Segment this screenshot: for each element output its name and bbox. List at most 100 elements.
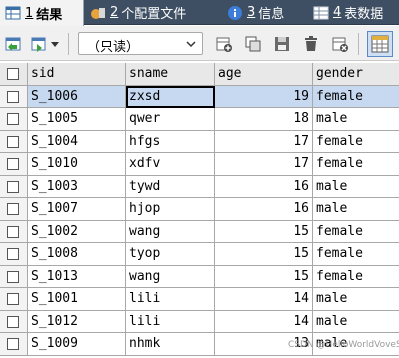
row-checkbox[interactable]	[7, 293, 19, 305]
age-cell[interactable]: 18	[215, 108, 313, 131]
import-icon[interactable]	[30, 35, 48, 53]
row-select-cell[interactable]	[0, 310, 28, 333]
table-row[interactable]: S_1010 xdfv 17 female	[0, 153, 399, 176]
table-row[interactable]: S_1012 lili 14 male	[0, 310, 399, 333]
row-select-cell[interactable]	[0, 265, 28, 288]
sname-cell[interactable]: tywd	[126, 175, 215, 198]
table-row[interactable]: S_1008 tyop 15 female	[0, 243, 399, 266]
sname-cell[interactable]: qwer	[126, 108, 215, 131]
sid-cell[interactable]: S_1006	[28, 85, 126, 108]
age-cell[interactable]: 16	[215, 175, 313, 198]
row-select-cell[interactable]	[0, 198, 28, 221]
row-select-cell[interactable]	[0, 130, 28, 153]
row-checkbox[interactable]	[7, 90, 19, 103]
age-cell[interactable]: 14	[215, 288, 313, 311]
row-checkbox[interactable]	[7, 135, 19, 148]
sid-cell[interactable]: S_1005	[28, 108, 126, 131]
sname-cell[interactable]: tyop	[126, 243, 215, 266]
insert-row-icon[interactable]	[215, 35, 233, 53]
row-select-cell[interactable]	[0, 220, 28, 243]
chevron-down-icon[interactable]	[50, 35, 60, 53]
row-checkbox[interactable]	[7, 158, 19, 170]
age-cell[interactable]: 15	[215, 220, 313, 243]
export-icon[interactable]	[4, 35, 22, 53]
tab-results[interactable]: 1 结果	[0, 0, 84, 26]
tab-table-data[interactable]: 4 表数据	[313, 0, 399, 25]
delete-icon[interactable]	[302, 35, 320, 53]
age-cell[interactable]: 14	[215, 310, 313, 333]
gender-cell[interactable]: male	[313, 311, 399, 333]
sname-cell[interactable]: hfgs	[126, 130, 215, 153]
sname-cell[interactable]: wang	[126, 265, 215, 288]
table-row[interactable]: S_1004 hfgs 17 female	[0, 130, 399, 153]
age-cell[interactable]: 17	[215, 153, 313, 176]
gender-cell[interactable]: male	[313, 108, 399, 131]
gender-cell[interactable]: female	[313, 153, 399, 176]
row-checkbox[interactable]	[7, 203, 19, 215]
row-select-cell[interactable]	[0, 85, 28, 108]
sname-cell[interactable]: hjop	[126, 198, 215, 221]
gender-cell[interactable]: male	[313, 176, 399, 198]
gender-cell[interactable]: female	[313, 85, 399, 108]
column-header-gender[interactable]: gender	[313, 63, 399, 86]
duplicate-row-icon[interactable]	[244, 35, 262, 53]
gender-cell[interactable]: male	[313, 288, 399, 311]
table-row[interactable]: S_1006 zxsd 19 female	[0, 85, 399, 108]
tab-profiles[interactable]: 2 个配置文件	[90, 0, 208, 25]
row-checkbox[interactable]	[7, 338, 19, 350]
sname-cell[interactable]: wang	[126, 220, 215, 243]
table-row[interactable]: S_1003 tywd 16 male	[0, 175, 399, 198]
select-all-cell[interactable]	[0, 63, 28, 86]
sid-cell[interactable]: S_1003	[28, 175, 126, 198]
save-icon[interactable]	[273, 35, 291, 53]
gender-cell[interactable]: female	[313, 131, 399, 153]
age-cell[interactable]: 15	[215, 243, 313, 266]
age-cell[interactable]: 19	[215, 85, 313, 108]
row-select-cell[interactable]	[0, 153, 28, 176]
row-checkbox[interactable]	[7, 315, 19, 328]
table-row[interactable]: S_1002 wang 15 female	[0, 220, 399, 243]
gender-cell[interactable]: female	[313, 221, 399, 243]
row-select-cell[interactable]	[0, 243, 28, 266]
sid-cell[interactable]: S_1010	[28, 153, 126, 176]
sid-cell[interactable]: S_1004	[28, 130, 126, 153]
row-checkbox[interactable]	[7, 248, 19, 260]
row-select-cell[interactable]	[0, 175, 28, 198]
select-all-checkbox[interactable]	[7, 68, 19, 80]
sname-cell[interactable]: xdfv	[126, 153, 215, 176]
row-checkbox[interactable]	[7, 113, 19, 125]
row-select-cell[interactable]	[0, 288, 28, 311]
column-header-age[interactable]: age	[215, 63, 313, 86]
row-checkbox[interactable]	[7, 225, 19, 238]
gender-cell[interactable]: female	[313, 266, 399, 288]
sid-cell[interactable]: S_1009	[28, 333, 126, 356]
table-row[interactable]: S_1005 qwer 18 male	[0, 108, 399, 131]
age-cell[interactable]: 16	[215, 198, 313, 221]
sname-cell[interactable]: nhmk	[126, 333, 215, 356]
read-only-mode-select[interactable]: （只读）	[78, 32, 203, 55]
row-checkbox[interactable]	[7, 180, 19, 193]
row-select-cell[interactable]	[0, 333, 28, 356]
sid-cell[interactable]: S_1002	[28, 220, 126, 243]
tab-info[interactable]: 3 信息	[227, 0, 297, 25]
table-row[interactable]: S_1001 lili 14 male	[0, 288, 399, 311]
column-header-sname[interactable]: sname	[126, 63, 215, 86]
grid-view-toggle[interactable]	[367, 31, 393, 57]
column-header-sid[interactable]: sid	[28, 63, 126, 86]
cancel-changes-icon[interactable]	[331, 35, 349, 53]
age-cell[interactable]: 15	[215, 265, 313, 288]
row-select-cell[interactable]	[0, 108, 28, 131]
sid-cell[interactable]: S_1008	[28, 243, 126, 266]
sid-cell[interactable]: S_1001	[28, 288, 126, 311]
age-cell[interactable]: 17	[215, 130, 313, 153]
sname-cell[interactable]: lili	[126, 288, 215, 311]
sname-cell[interactable]: lili	[126, 310, 215, 333]
sid-cell[interactable]: S_1012	[28, 310, 126, 333]
gender-cell[interactable]: male	[313, 198, 399, 221]
row-checkbox[interactable]	[7, 270, 19, 283]
sid-cell[interactable]: S_1013	[28, 265, 126, 288]
gender-cell[interactable]: female	[313, 243, 399, 266]
table-row[interactable]: S_1013 wang 15 female	[0, 265, 399, 288]
sname-cell[interactable]: zxsd	[126, 85, 215, 108]
table-row[interactable]: S_1007 hjop 16 male	[0, 198, 399, 221]
